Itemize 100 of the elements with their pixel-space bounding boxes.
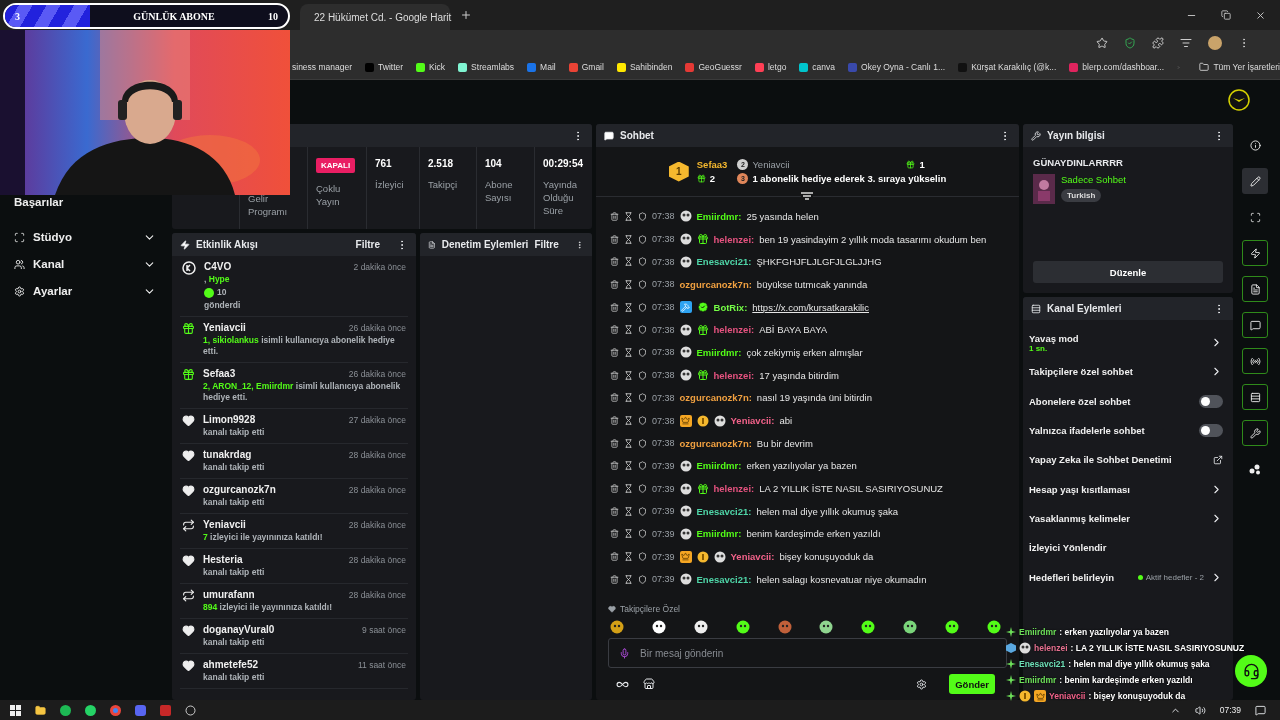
avatar-icon[interactable] [1208, 35, 1222, 50]
action-label[interactable]: Yapay Zeka ile Sohbet Denetimi [1029, 454, 1207, 466]
close-icon[interactable] [1255, 9, 1266, 21]
message-link[interactable]: https://x.com/kursatkarakilic [752, 301, 869, 313]
send-button[interactable]: Gönder [949, 674, 995, 694]
settings-icon[interactable] [916, 678, 928, 690]
chat-username[interactable]: Emiirdmr: [696, 346, 742, 358]
bookmark[interactable]: Twitter [365, 62, 404, 72]
delete-icon[interactable] [610, 325, 619, 335]
browser-tab[interactable]: 22 Hükümet Cd. - Google Harit [300, 4, 450, 30]
timeout-icon[interactable] [624, 461, 633, 471]
store-icon[interactable] [643, 678, 655, 690]
emote-icon[interactable] [861, 620, 876, 634]
rail-button[interactable] [1242, 420, 1268, 446]
mic-icon[interactable] [619, 647, 630, 659]
phone-app-icon[interactable] [85, 704, 96, 716]
delete-icon[interactable] [610, 393, 619, 403]
bookmark[interactable]: canva [799, 62, 836, 72]
rail-button[interactable] [1242, 384, 1268, 410]
delete-icon[interactable] [610, 438, 619, 448]
emote-icon[interactable] [693, 620, 708, 634]
bookmark[interactable]: Streamlabs [458, 62, 515, 72]
action-label[interactable]: Takipçilere özel sohbet [1029, 366, 1204, 378]
delete-icon[interactable] [610, 279, 619, 289]
delete-icon[interactable] [610, 211, 619, 221]
volume-icon[interactable] [1194, 704, 1206, 716]
emote-icon[interactable] [651, 620, 666, 634]
delete-icon[interactable] [610, 552, 619, 562]
chat-username[interactable]: Enesavci21: [696, 256, 752, 268]
action-label[interactable]: Yasaklanmış kelimeler [1029, 512, 1204, 524]
shield-icon[interactable] [1124, 36, 1136, 49]
all-bookmarks[interactable]: Tüm Yer İşaretleri [1199, 62, 1280, 72]
chat-username[interactable]: Emiirdmr: [696, 460, 742, 472]
notification-icon[interactable] [1255, 704, 1266, 716]
timeout-icon[interactable] [624, 279, 633, 289]
timeout-icon[interactable] [624, 370, 633, 380]
chat-username[interactable]: ozgurcanozk7n: [679, 437, 752, 449]
avatar-icon[interactable] [1228, 89, 1250, 111]
filter-link[interactable]: Filtre [534, 239, 559, 250]
timeout-icon[interactable] [624, 438, 633, 448]
bookmark[interactable]: Kick [416, 62, 446, 72]
timeout-icon[interactable] [624, 325, 633, 335]
emote-icon[interactable] [986, 620, 1001, 634]
chat-username[interactable]: Yeniavcii: [730, 415, 775, 427]
timeout-icon[interactable] [624, 234, 633, 244]
delete-icon[interactable] [610, 302, 619, 312]
sidebar-item[interactable]: Başarılar [0, 193, 168, 211]
chat-username[interactable]: Emiirdmr: [696, 528, 742, 540]
rail-button[interactable] [1242, 312, 1268, 338]
emote-icon[interactable] [819, 620, 834, 634]
timeout-icon[interactable] [624, 506, 633, 516]
timeout-icon[interactable] [624, 574, 633, 584]
delete-icon[interactable] [610, 347, 619, 357]
timeout-icon[interactable] [624, 257, 633, 267]
external-link-icon[interactable] [1213, 454, 1223, 465]
timeout-icon[interactable] [624, 347, 633, 357]
timeout-icon[interactable] [624, 529, 633, 539]
support-button[interactable] [1235, 655, 1267, 687]
delete-icon[interactable] [610, 257, 619, 267]
new-tab-icon[interactable] [460, 9, 472, 21]
emote-icon[interactable] [735, 620, 750, 634]
delete-icon[interactable] [610, 234, 619, 244]
sidebar-item[interactable]: Ayarlar [0, 282, 168, 300]
chat-username[interactable]: Emiirdmr: [696, 210, 742, 222]
rail-button[interactable] [1242, 348, 1268, 374]
extensions-icon[interactable] [1152, 36, 1164, 49]
delete-icon[interactable] [610, 506, 619, 516]
chat-username[interactable]: helenzei: [713, 369, 755, 381]
sidebar-item[interactable]: Stüdyo [0, 228, 168, 246]
bookmark[interactable]: Sahibinden [616, 62, 673, 72]
delete-icon[interactable] [610, 370, 619, 380]
bookmark[interactable]: Okey Oyna - Canlı 1... [848, 62, 946, 72]
bookmark[interactable]: GeoGuessr [685, 62, 742, 72]
chat-username[interactable]: helenzei: [713, 233, 755, 245]
action-label[interactable]: Yalnızca ifadelerle sohbet [1029, 425, 1193, 437]
emote-icon[interactable] [903, 620, 918, 634]
timeout-icon[interactable] [624, 552, 633, 562]
action-label[interactable]: Hedefleri belirleyin [1029, 571, 1132, 583]
timeout-icon[interactable] [624, 302, 633, 312]
timeout-icon[interactable] [624, 393, 633, 403]
sidebar-item[interactable]: Kanal [0, 255, 168, 273]
chat-username[interactable]: helenzei: [713, 324, 755, 336]
bookmark[interactable]: siness manager [292, 62, 352, 72]
emote-icon[interactable] [945, 620, 959, 634]
delete-icon[interactable] [610, 416, 619, 426]
bookmark[interactable]: blerp.com/dashboar... [1069, 62, 1165, 72]
chat-username[interactable]: helenzei: [713, 483, 755, 495]
delete-icon[interactable] [610, 461, 619, 471]
timeout-icon[interactable] [624, 416, 633, 426]
app-icon[interactable] [160, 704, 171, 716]
timeout-icon[interactable] [624, 484, 633, 494]
rail-button[interactable] [1242, 240, 1268, 266]
rail-button[interactable] [1242, 276, 1268, 302]
action-label[interactable]: Abonelere özel sohbet [1029, 395, 1193, 407]
filter-link[interactable]: Filtre [355, 239, 380, 250]
bookmark[interactable]: Mail [527, 62, 556, 72]
chat-username[interactable]: ozgurcanozk7n: [679, 278, 752, 290]
emote-icon[interactable] [610, 620, 624, 634]
chat-username[interactable]: Enesavci21: [696, 505, 752, 517]
timeout-icon[interactable] [624, 211, 633, 221]
